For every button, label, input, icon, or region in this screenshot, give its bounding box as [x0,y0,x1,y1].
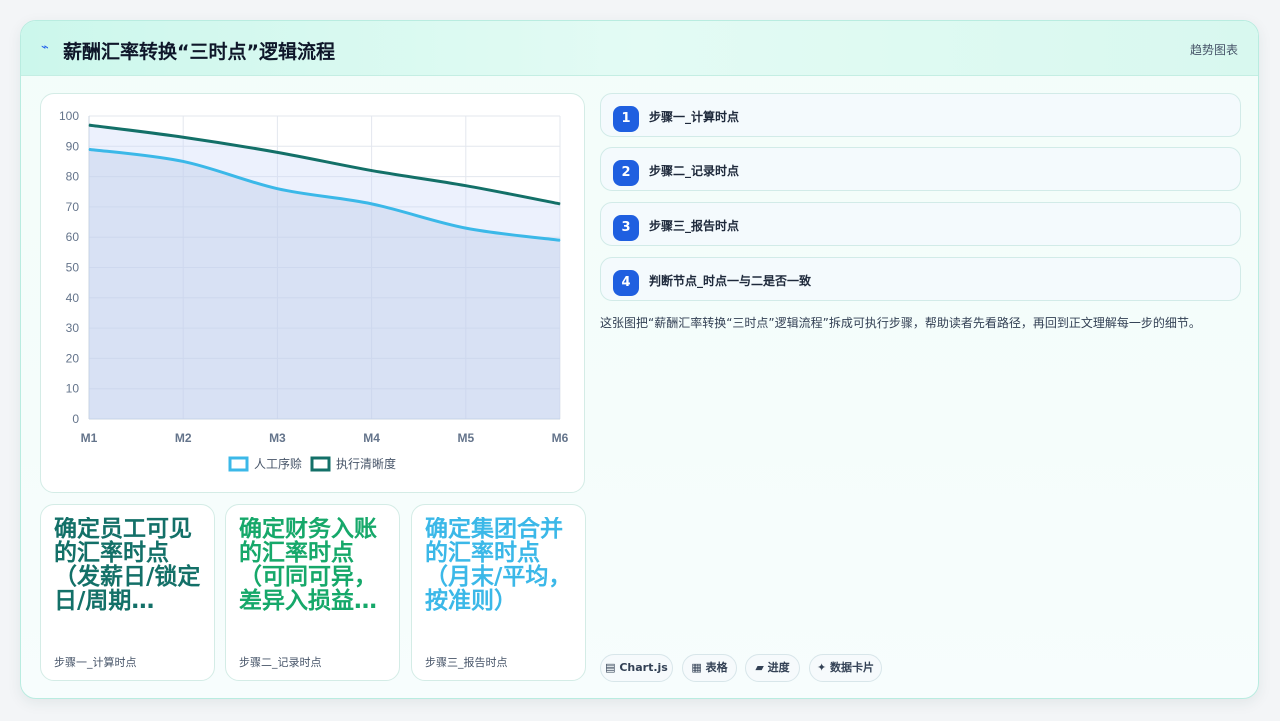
legend-label: 执行清晰度 [336,456,396,471]
y-tick-label: 70 [66,200,80,214]
x-tick-label: M5 [457,431,474,445]
step-label: 步骤二_记录时点 [649,164,740,178]
y-tick-label: 90 [66,139,80,153]
area-chart: 0 10 20 30 40 50 60 70 80 90 100 M1 M2 M3 M4 M5 M6 人工序赊 执行… [59,109,569,472]
step-number: 4 [613,270,639,296]
pill-data-card[interactable]: ✦ 数据卡片 [809,654,882,682]
kpi-card-1: 确定员工可见的汇率时点（发薪日/锁定日/周期… 步骤一_计算时点 [40,504,215,681]
data-point [276,151,278,153]
y-tick-label: 50 [66,261,80,275]
description: 这张图把“薪酬汇率转换“三时点”逻辑流程”拆成可执行步骤，帮助读者先看路径，再回… [600,316,1201,330]
data-point [465,185,467,187]
step-label: 判断节点_时点一与二是否一致 [649,274,812,288]
y-tick-label: 20 [66,351,80,365]
y-tick-label: 0 [72,412,79,426]
chart-panel: 0 10 20 30 40 50 60 70 80 90 100 M1 M2 M3 M4 M5 M6 人工序赊 执行… [40,93,585,493]
step-label: 步骤三_报告时点 [649,219,740,233]
step-item-1[interactable]: 1 步骤一_计算时点 [600,93,1241,137]
spark-icon: ⌁ [41,40,49,55]
step-item-2[interactable]: 2 步骤二_记录时点 [600,147,1241,191]
data-point [559,203,561,205]
y-tick-label: 100 [59,109,79,123]
legend-swatch [310,456,331,472]
kpi-card-2: 确定财务入账的汇率时点（可同可异，差异入损益… 步骤二_记录时点 [225,504,400,681]
legend-swatch [228,456,249,472]
step-number: 3 [613,215,639,241]
step-item-3[interactable]: 3 步骤三_报告时点 [600,202,1241,246]
y-tick-label: 40 [66,291,80,305]
data-point [88,148,90,150]
pill-chartjs[interactable]: ▤ Chart.js [600,654,673,682]
page-title: 薪酬汇率转换“三时点”逻辑流程 [63,41,335,63]
data-point [88,124,90,126]
kpi-card-3: 确定集团合并的汇率时点（月末/平均，按准则） 步骤三_报告时点 [411,504,586,681]
data-point [371,170,373,172]
data-point [182,160,184,162]
x-tick-label: M3 [269,431,286,445]
data-point [465,227,467,229]
kpi-label: 步骤二_记录时点 [239,656,322,669]
x-tick-label: M4 [363,431,380,445]
header: ⌁ 薪酬汇率转换“三时点”逻辑流程 趋势图表 [21,21,1258,76]
header-tag[interactable]: 趋势图表 [1190,41,1238,58]
data-point [371,203,373,205]
kpi-value: 确定财务入账的汇率时点（可同可异，差异入损益… [239,517,377,614]
y-tick-label: 30 [66,321,80,335]
legend-label: 人工序赊 [254,456,302,471]
kpi-label: 步骤一_计算时点 [54,656,137,669]
main-card: ⌁ 薪酬汇率转换“三时点”逻辑流程 趋势图表 0 10 20 30 40 50 60 70 80… [20,20,1259,699]
data-point [559,239,561,241]
x-tick-label: M6 [552,431,569,445]
step-number: 2 [613,160,639,186]
y-tick-label: 80 [66,170,80,184]
y-tick-label: 60 [66,230,80,244]
x-tick-label: M1 [81,431,98,445]
series-area [89,125,560,419]
kpi-value: 确定集团合并的汇率时点（月末/平均，按准则） [425,517,572,614]
step-number: 1 [613,106,639,132]
pill-progress[interactable]: ▰ 进度 [745,654,800,682]
x-tick-label: M2 [175,431,192,445]
pill-table[interactable]: ▦ 表格 [682,654,737,682]
kpi-value: 确定员工可见的汇率时点（发薪日/锁定日/周期… [54,517,201,614]
kpi-label: 步骤三_报告时点 [425,656,508,669]
data-point [182,136,184,138]
y-tick-label: 10 [66,382,80,396]
data-point [276,188,278,190]
step-item-4[interactable]: 4 判断节点_时点一与二是否一致 [600,257,1241,301]
step-label: 步骤一_计算时点 [649,110,740,124]
